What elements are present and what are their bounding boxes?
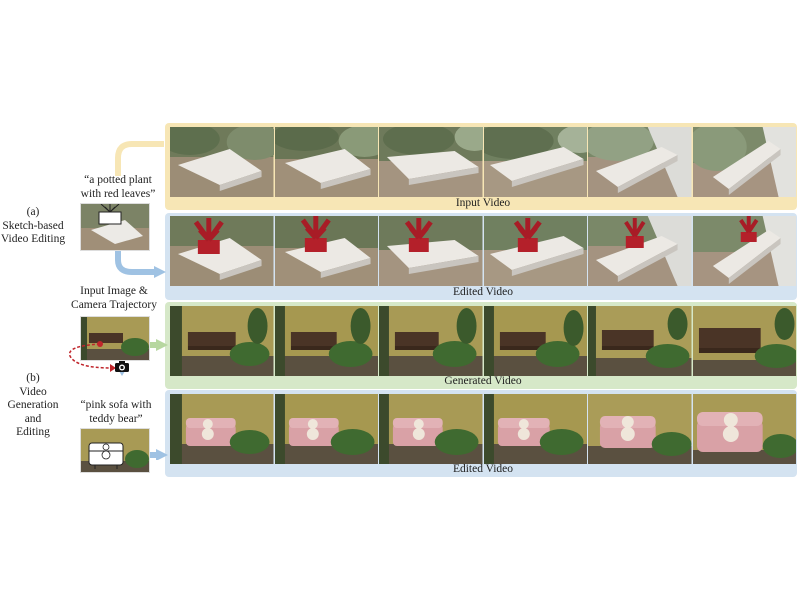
prompt-a-line1: “a potted plant — [84, 174, 152, 186]
camera-icon — [115, 361, 129, 372]
video-frame — [170, 127, 274, 197]
video-frame — [692, 394, 796, 464]
video-frame — [379, 306, 483, 376]
video-frame — [274, 306, 378, 376]
video-frame — [170, 216, 274, 286]
video-frame — [588, 306, 692, 376]
video-frame — [483, 394, 587, 464]
video-frame — [692, 127, 796, 197]
section-a-title-line2: Video Editing — [0, 233, 66, 245]
camera-trajectory — [68, 341, 116, 372]
row4-caption: Edited Video — [452, 463, 514, 475]
prompt-a: “a potted plant with red leaves” — [70, 174, 166, 201]
sketch-input-image-a — [80, 203, 150, 251]
video-frame — [692, 306, 796, 376]
section-b-title-line1: Video — [19, 385, 47, 398]
section-b-letter: (b) — [26, 372, 40, 384]
prompt-b-line2: teddy bear” — [89, 412, 143, 425]
video-frame — [379, 216, 483, 286]
video-frame — [483, 216, 587, 286]
generated-video-frames — [170, 306, 796, 376]
video-frame — [379, 127, 483, 197]
prompt-a-line2: with red leaves” — [80, 187, 156, 200]
video-frame — [274, 127, 378, 197]
row1-caption: Input Video — [455, 197, 511, 209]
row2-caption: Edited Video — [452, 286, 514, 298]
video-frame — [274, 394, 378, 464]
video-frame — [483, 306, 587, 376]
input-image-label: Input Image & Camera Trajectory — [66, 285, 162, 312]
input-label-line2: Camera Trajectory — [71, 298, 157, 311]
video-frame — [483, 127, 587, 197]
section-a-title-line1: Sketch-based — [2, 219, 64, 232]
prompt-b: “pink sofa with teddy bear” — [68, 399, 164, 426]
video-frame — [170, 306, 274, 376]
section-b-label: (b) Video Generation and Editing — [0, 372, 66, 440]
edited-video-frames-a — [170, 216, 796, 286]
sketch-input-image-b — [80, 428, 150, 473]
section-b-title-line4: Editing — [16, 426, 50, 438]
video-frame — [588, 127, 692, 197]
sketch-sofa-icon — [88, 442, 124, 469]
video-frame — [588, 216, 692, 286]
section-a-letter: (a) — [26, 206, 40, 218]
video-frame — [379, 394, 483, 464]
edited-video-frames-b — [170, 394, 796, 464]
section-b-title-line2: Generation — [7, 399, 59, 411]
video-frame — [692, 216, 796, 286]
section-a-label: (a) Sketch-based Video Editing — [0, 206, 66, 247]
input-label-line1: Input Image & — [80, 285, 148, 297]
video-frame — [170, 394, 274, 464]
prompt-b-line1: “pink sofa with — [80, 399, 152, 411]
video-frame — [588, 394, 692, 464]
input-video-frames — [170, 127, 796, 197]
video-frame — [274, 216, 378, 286]
row3-caption: Generated Video — [444, 375, 522, 387]
section-b-title-line3: and — [24, 412, 42, 425]
